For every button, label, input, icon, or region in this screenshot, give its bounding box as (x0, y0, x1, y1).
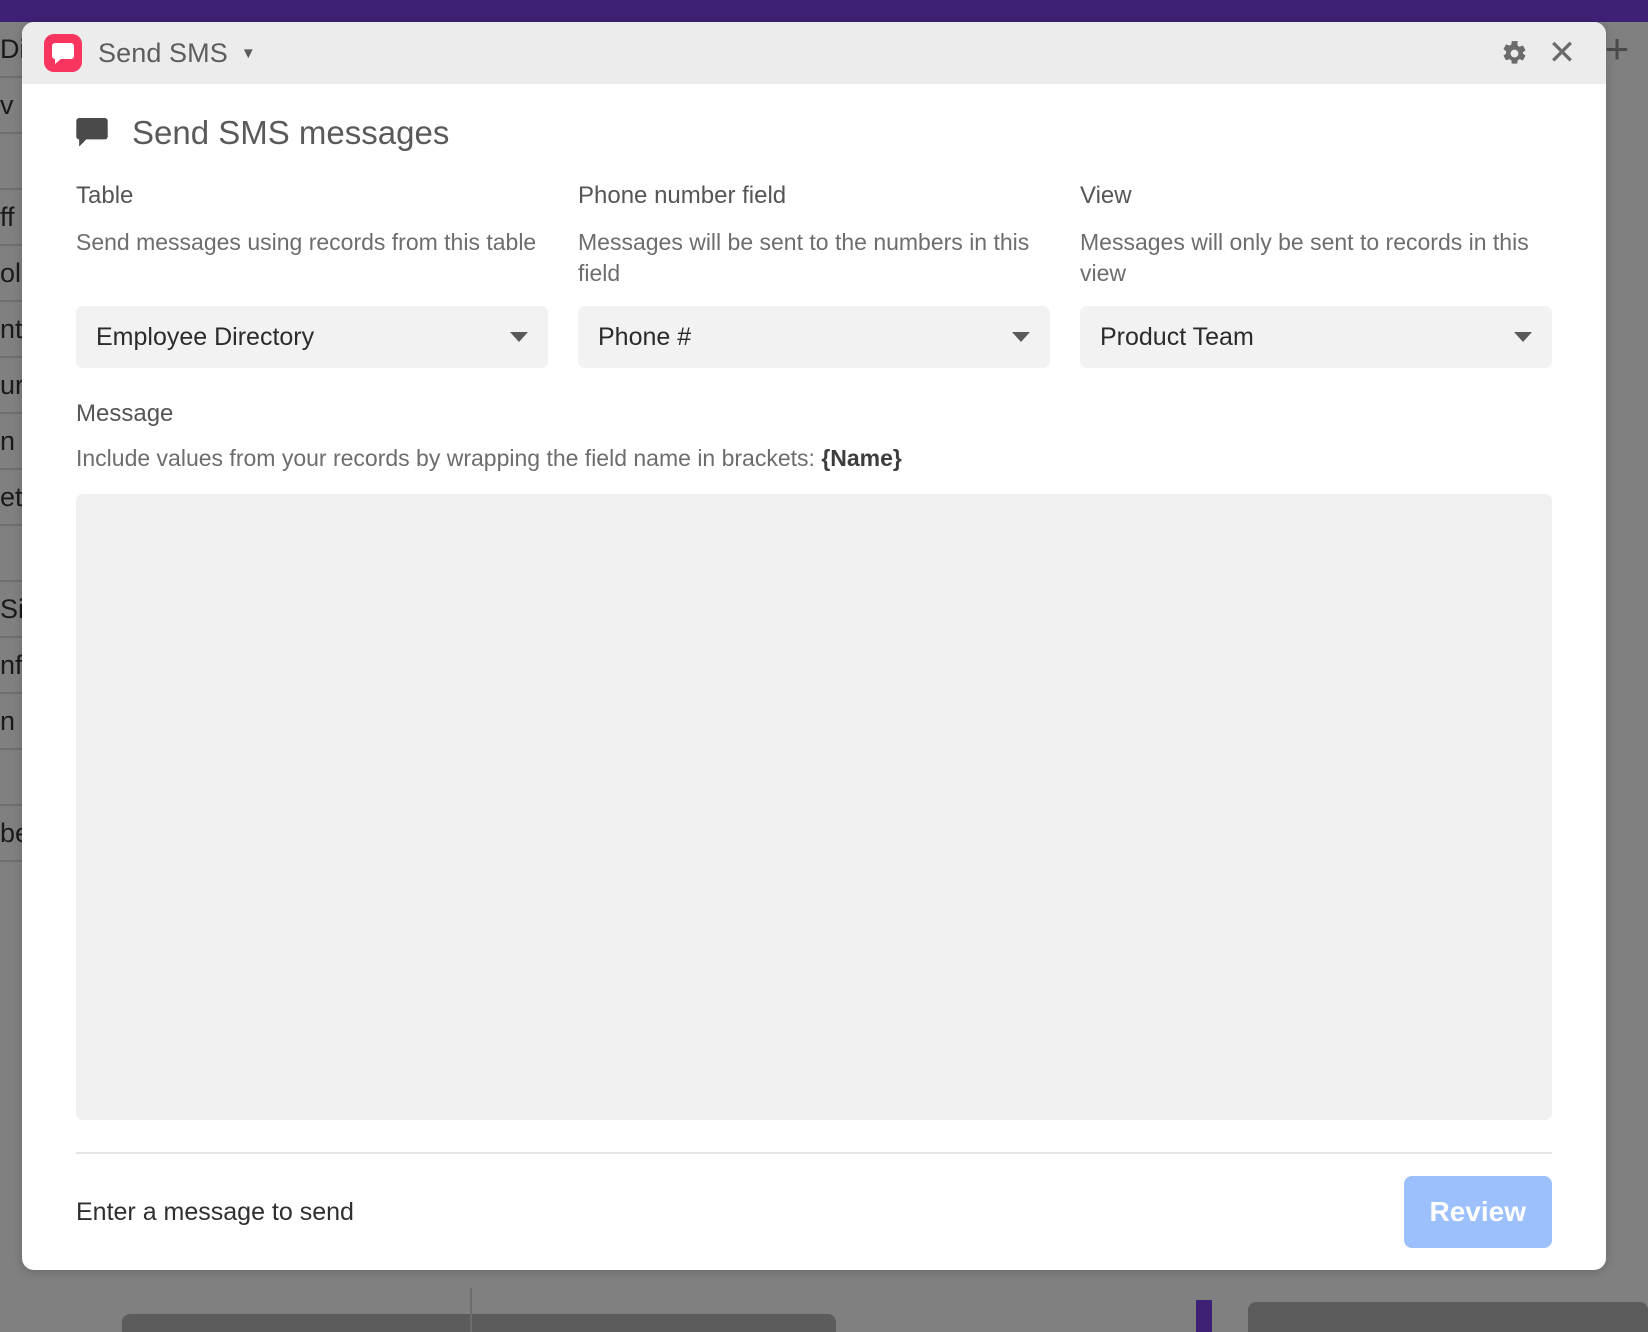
speech-bubble-icon (76, 118, 108, 147)
config-row: Table Send messages using records from t… (76, 182, 1552, 368)
phone-field-description: Messages will be sent to the numbers in … (578, 229, 1030, 286)
panel-footer: Enter a message to send Review (22, 1154, 1606, 1270)
config-column-view: View Messages will only be sent to recor… (1080, 182, 1552, 368)
phone-field-select[interactable]: Phone # (578, 306, 1050, 368)
send-sms-extension-panel: Send SMS ▼ ✕ Send SMS messages Table Sen… (22, 22, 1606, 1270)
table-label: Table (76, 182, 134, 209)
background-bottom-divider (470, 1288, 472, 1332)
message-hint-token: {Name} (821, 445, 902, 471)
view-select-value: Product Team (1100, 322, 1254, 351)
app-top-bar (0, 0, 1648, 22)
config-column-phone-field: Phone number field Messages will be sent… (578, 182, 1050, 368)
config-column-table: Table Send messages using records from t… (76, 182, 548, 368)
phone-field-select-value: Phone # (598, 322, 692, 351)
gear-icon[interactable] (1494, 33, 1534, 73)
background-purple-chip (1196, 1300, 1212, 1332)
review-button[interactable]: Review (1403, 1176, 1552, 1248)
close-icon: ✕ (1547, 34, 1577, 72)
background-bottom-tab-right (1248, 1302, 1648, 1332)
background-bottom-tab-left (122, 1314, 836, 1332)
content-title-row: Send SMS messages (76, 114, 1552, 152)
phone-field-label: Phone number field (578, 182, 787, 209)
close-icon-button[interactable]: ✕ (1542, 33, 1582, 73)
table-select-value: Employee Directory (96, 322, 315, 351)
chevron-down-icon (1012, 332, 1030, 342)
view-label: View (1080, 182, 1132, 209)
table-description: Send messages using records from this ta… (76, 229, 537, 255)
app-title: Send SMS (98, 37, 228, 68)
panel-body: Send SMS messages Table Send messages us… (22, 84, 1606, 1120)
panel-header: Send SMS ▼ ✕ (22, 22, 1606, 84)
view-select[interactable]: Product Team (1080, 306, 1552, 368)
message-hint: Include values from your records by wrap… (76, 445, 1552, 472)
chevron-down-icon (510, 332, 528, 342)
sms-bubble-app-icon (44, 34, 82, 72)
status-text: Enter a message to send (76, 1197, 354, 1226)
message-hint-prefix: Include values from your records by wrap… (76, 445, 822, 471)
view-description: Messages will only be sent to records in… (1080, 229, 1529, 286)
message-label: Message (76, 400, 174, 427)
page-title: Send SMS messages (132, 114, 450, 151)
table-select[interactable]: Employee Directory (76, 306, 548, 368)
chevron-down-icon (1514, 332, 1532, 342)
message-input[interactable] (76, 494, 1552, 1120)
chevron-down-icon[interactable]: ▼ (241, 46, 256, 61)
